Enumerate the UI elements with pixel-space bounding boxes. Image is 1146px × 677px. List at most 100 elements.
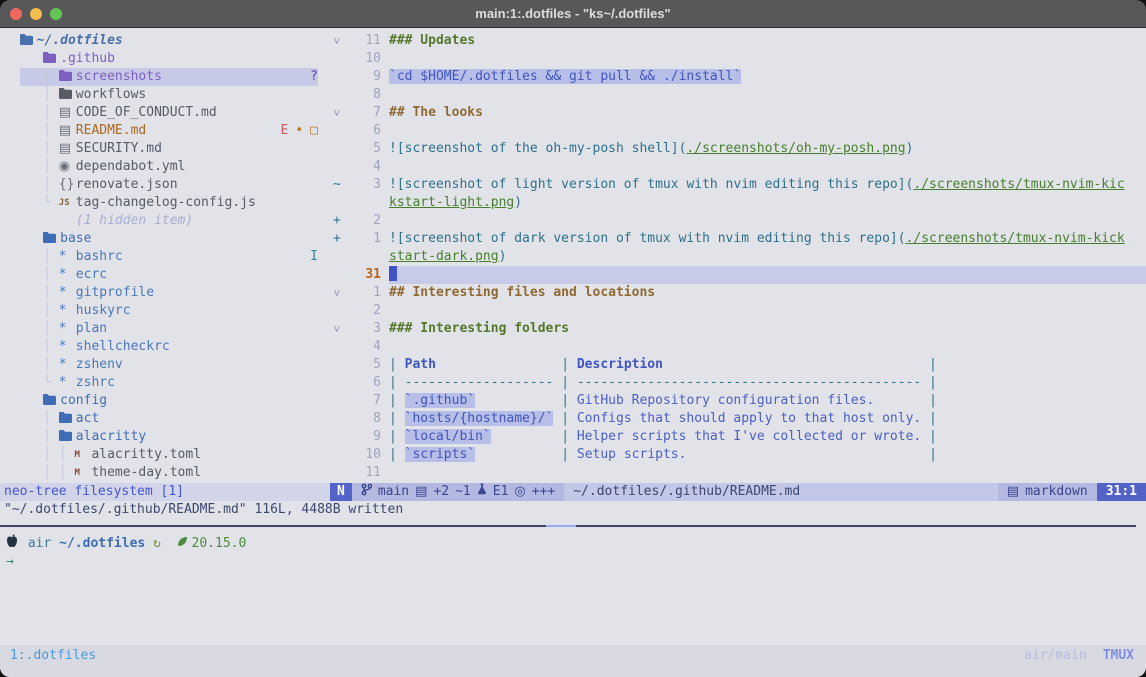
titlebar[interactable]: main:1:.dotfiles - "ks~/.dotfiles" bbox=[0, 0, 1146, 28]
tree-item-theme-day-toml[interactable]: │ │ Mtheme-day.toml bbox=[0, 464, 330, 482]
tree-item-security-md[interactable]: │ ▤SECURITY.md bbox=[0, 140, 330, 158]
editor-line[interactable]: >1## Interesting files and locations bbox=[330, 284, 1146, 302]
editor-line[interactable]: 4 bbox=[330, 158, 1146, 176]
text-segment: | bbox=[389, 357, 405, 372]
fold-marker-icon: > bbox=[330, 32, 349, 50]
tree-item-config[interactable]: config bbox=[0, 392, 330, 410]
tree-item-label: zshenv bbox=[76, 356, 123, 374]
text-segment: `local/bin` bbox=[405, 429, 491, 444]
tree-item-renovate-json[interactable]: │ {}renovate.json bbox=[0, 176, 330, 194]
line-content: start-dark.png) bbox=[389, 248, 1146, 266]
editor-line[interactable]: 8| `hosts/{hostname}/` | Configs that sh… bbox=[330, 410, 1146, 428]
tree-item-plan[interactable]: │ *plan bbox=[0, 320, 330, 338]
line-number: 3 bbox=[349, 176, 381, 194]
dependabot-icon: ◉ bbox=[59, 158, 76, 176]
tree-item-shellcheckrc[interactable]: │ *shellcheckrc bbox=[0, 338, 330, 356]
tree-item-screenshots[interactable]: │ screenshots? bbox=[0, 68, 330, 86]
editor-line[interactable]: 5| Path | Description | bbox=[330, 356, 1146, 374]
terminal-content: ~/.dotfiles .github │ screenshots? │ wor… bbox=[0, 28, 1146, 677]
folder-icon bbox=[43, 50, 60, 68]
line-number bbox=[349, 194, 381, 212]
close-button-icon[interactable] bbox=[10, 8, 22, 20]
text-segment bbox=[475, 393, 553, 408]
editor-line[interactable]: 2 bbox=[330, 302, 1146, 320]
tmux-pane-divider[interactable] bbox=[0, 525, 1136, 527]
editor-line[interactable]: kstart-light.png) bbox=[330, 194, 1146, 212]
tree-item-dependabot-yml[interactable]: │ ◉dependabot.yml bbox=[0, 158, 330, 176]
minimize-button-icon[interactable] bbox=[30, 8, 42, 20]
editor-line[interactable]: 6 bbox=[330, 122, 1146, 140]
tree-item-zshenv[interactable]: │ *zshenv bbox=[0, 356, 330, 374]
cursor-line bbox=[389, 266, 1146, 284]
editor-line[interactable]: 8 bbox=[330, 86, 1146, 104]
tree-item-base[interactable]: base bbox=[0, 230, 330, 248]
diagnostics-count: E1 bbox=[493, 483, 509, 501]
tree-item-tag-changelog-config-js[interactable]: └ JStag-changelog-config.js bbox=[0, 194, 330, 212]
text-segment bbox=[663, 357, 921, 372]
editor-line[interactable]: 31 bbox=[330, 266, 1146, 284]
tree-item-label: renovate.json bbox=[76, 176, 178, 194]
gutter-blank bbox=[330, 446, 349, 464]
statusline-extra: +++ bbox=[532, 483, 555, 501]
gutter-blank bbox=[330, 122, 349, 140]
editor-line[interactable]: 10| `scripts` | Setup scripts. | bbox=[330, 446, 1146, 464]
tmux-window-name[interactable]: 1:.dotfiles bbox=[10, 648, 96, 663]
editor-line[interactable]: ~3![screenshot of light version of tmux … bbox=[330, 176, 1146, 194]
editor-line[interactable]: >3 ### Interesting folders bbox=[330, 320, 1146, 338]
tree-item-ecrc[interactable]: │ *ecrc bbox=[0, 266, 330, 284]
tree-item-readme-md[interactable]: │ ▤README.mdE•□ bbox=[0, 122, 330, 140]
editor-line[interactable]: start-dark.png) bbox=[330, 248, 1146, 266]
text-segment: | bbox=[921, 447, 937, 462]
editor-line[interactable]: 6| ------------------- | ---------------… bbox=[330, 374, 1146, 392]
text-segment: ----------------------------------------… bbox=[577, 375, 921, 390]
line-content: | `scripts` | Setup scripts. | bbox=[389, 446, 1146, 464]
editor-line[interactable]: >11### Updates bbox=[330, 32, 1146, 50]
maximize-button-icon[interactable] bbox=[50, 8, 62, 20]
tree-item-label: config bbox=[60, 392, 107, 410]
tree-guide: │ bbox=[4, 320, 59, 338]
tree-item--dotfiles[interactable]: ~/.dotfiles bbox=[0, 32, 330, 50]
line-number: 1 bbox=[349, 284, 381, 302]
line-number: 2 bbox=[349, 302, 381, 320]
editor-line[interactable]: 9| `local/bin` | Helper scripts that I'v… bbox=[330, 428, 1146, 446]
tree-item-zshrc[interactable]: └ *zshrc bbox=[0, 374, 330, 392]
tree-item-alacritty-toml[interactable]: │ │ Malacritty.toml bbox=[0, 446, 330, 464]
editor-line[interactable]: 10 bbox=[330, 50, 1146, 68]
tree-item-code-of-conduct-md[interactable]: │ ▤CODE_OF_CONDUCT.md bbox=[0, 104, 330, 122]
text-segment: ### Interesting folders bbox=[389, 321, 569, 336]
tree-item-act[interactable]: │ act bbox=[0, 410, 330, 428]
tree-item-label: base bbox=[60, 230, 91, 248]
tree-item--github[interactable]: .github bbox=[0, 50, 330, 68]
editor-line[interactable]: +2 bbox=[330, 212, 1146, 230]
line-number: 3 bbox=[349, 320, 381, 338]
text-segment: `scripts` bbox=[405, 447, 475, 462]
gutter-blank bbox=[330, 392, 349, 410]
gutter-blank bbox=[330, 194, 349, 212]
prompt-arrow[interactable]: → bbox=[6, 553, 14, 571]
command-line-message: "~/.dotfiles/.github/README.md" 116L, 44… bbox=[4, 501, 403, 519]
tmux-session-name: air/main bbox=[1024, 648, 1087, 663]
status-circle-icon: ◎ bbox=[514, 483, 525, 501]
editor-line[interactable]: +1![screenshot of dark version of tmux w… bbox=[330, 230, 1146, 248]
line-number bbox=[349, 248, 381, 266]
tree-item-gitprofile[interactable]: │ *gitprofile bbox=[0, 284, 330, 302]
tree-item-alacritty[interactable]: │ alacritty bbox=[0, 428, 330, 446]
editor-line[interactable]: 9`cd $HOME/.dotfiles && git pull && ./in… bbox=[330, 68, 1146, 86]
rc-file-icon: * bbox=[59, 248, 76, 266]
editor-line[interactable]: 11 bbox=[330, 464, 1146, 482]
tree-item-huskyrc[interactable]: │ *huskyrc bbox=[0, 302, 330, 320]
tree-item-workflows[interactable]: │ workflows bbox=[0, 86, 330, 104]
editor-line[interactable]: 5![screenshot of the oh-my-posh shell](.… bbox=[330, 140, 1146, 158]
markdown-file-icon: ▤ bbox=[59, 122, 76, 140]
editor-line[interactable]: 7| `.github` | GitHub Repository configu… bbox=[330, 392, 1146, 410]
line-content: ![screenshot of dark version of tmux wit… bbox=[389, 230, 1146, 248]
tree-item-label: theme-day.toml bbox=[91, 464, 201, 482]
chevron-down-icon: > bbox=[327, 326, 345, 333]
text-segment: Configs that should apply to that host o… bbox=[577, 411, 921, 426]
editor-buffer: >11### Updates109`cd $HOME/.dotfiles && … bbox=[330, 32, 1146, 482]
tree-item-bashrc[interactable]: │ *bashrcI bbox=[0, 248, 330, 266]
editor-line[interactable]: >7## The looks bbox=[330, 104, 1146, 122]
tree-item--1-hidden-item-[interactable]: (1 hidden item) bbox=[0, 212, 330, 230]
editor-line[interactable]: 4 bbox=[330, 338, 1146, 356]
line-number: 9 bbox=[349, 428, 381, 446]
